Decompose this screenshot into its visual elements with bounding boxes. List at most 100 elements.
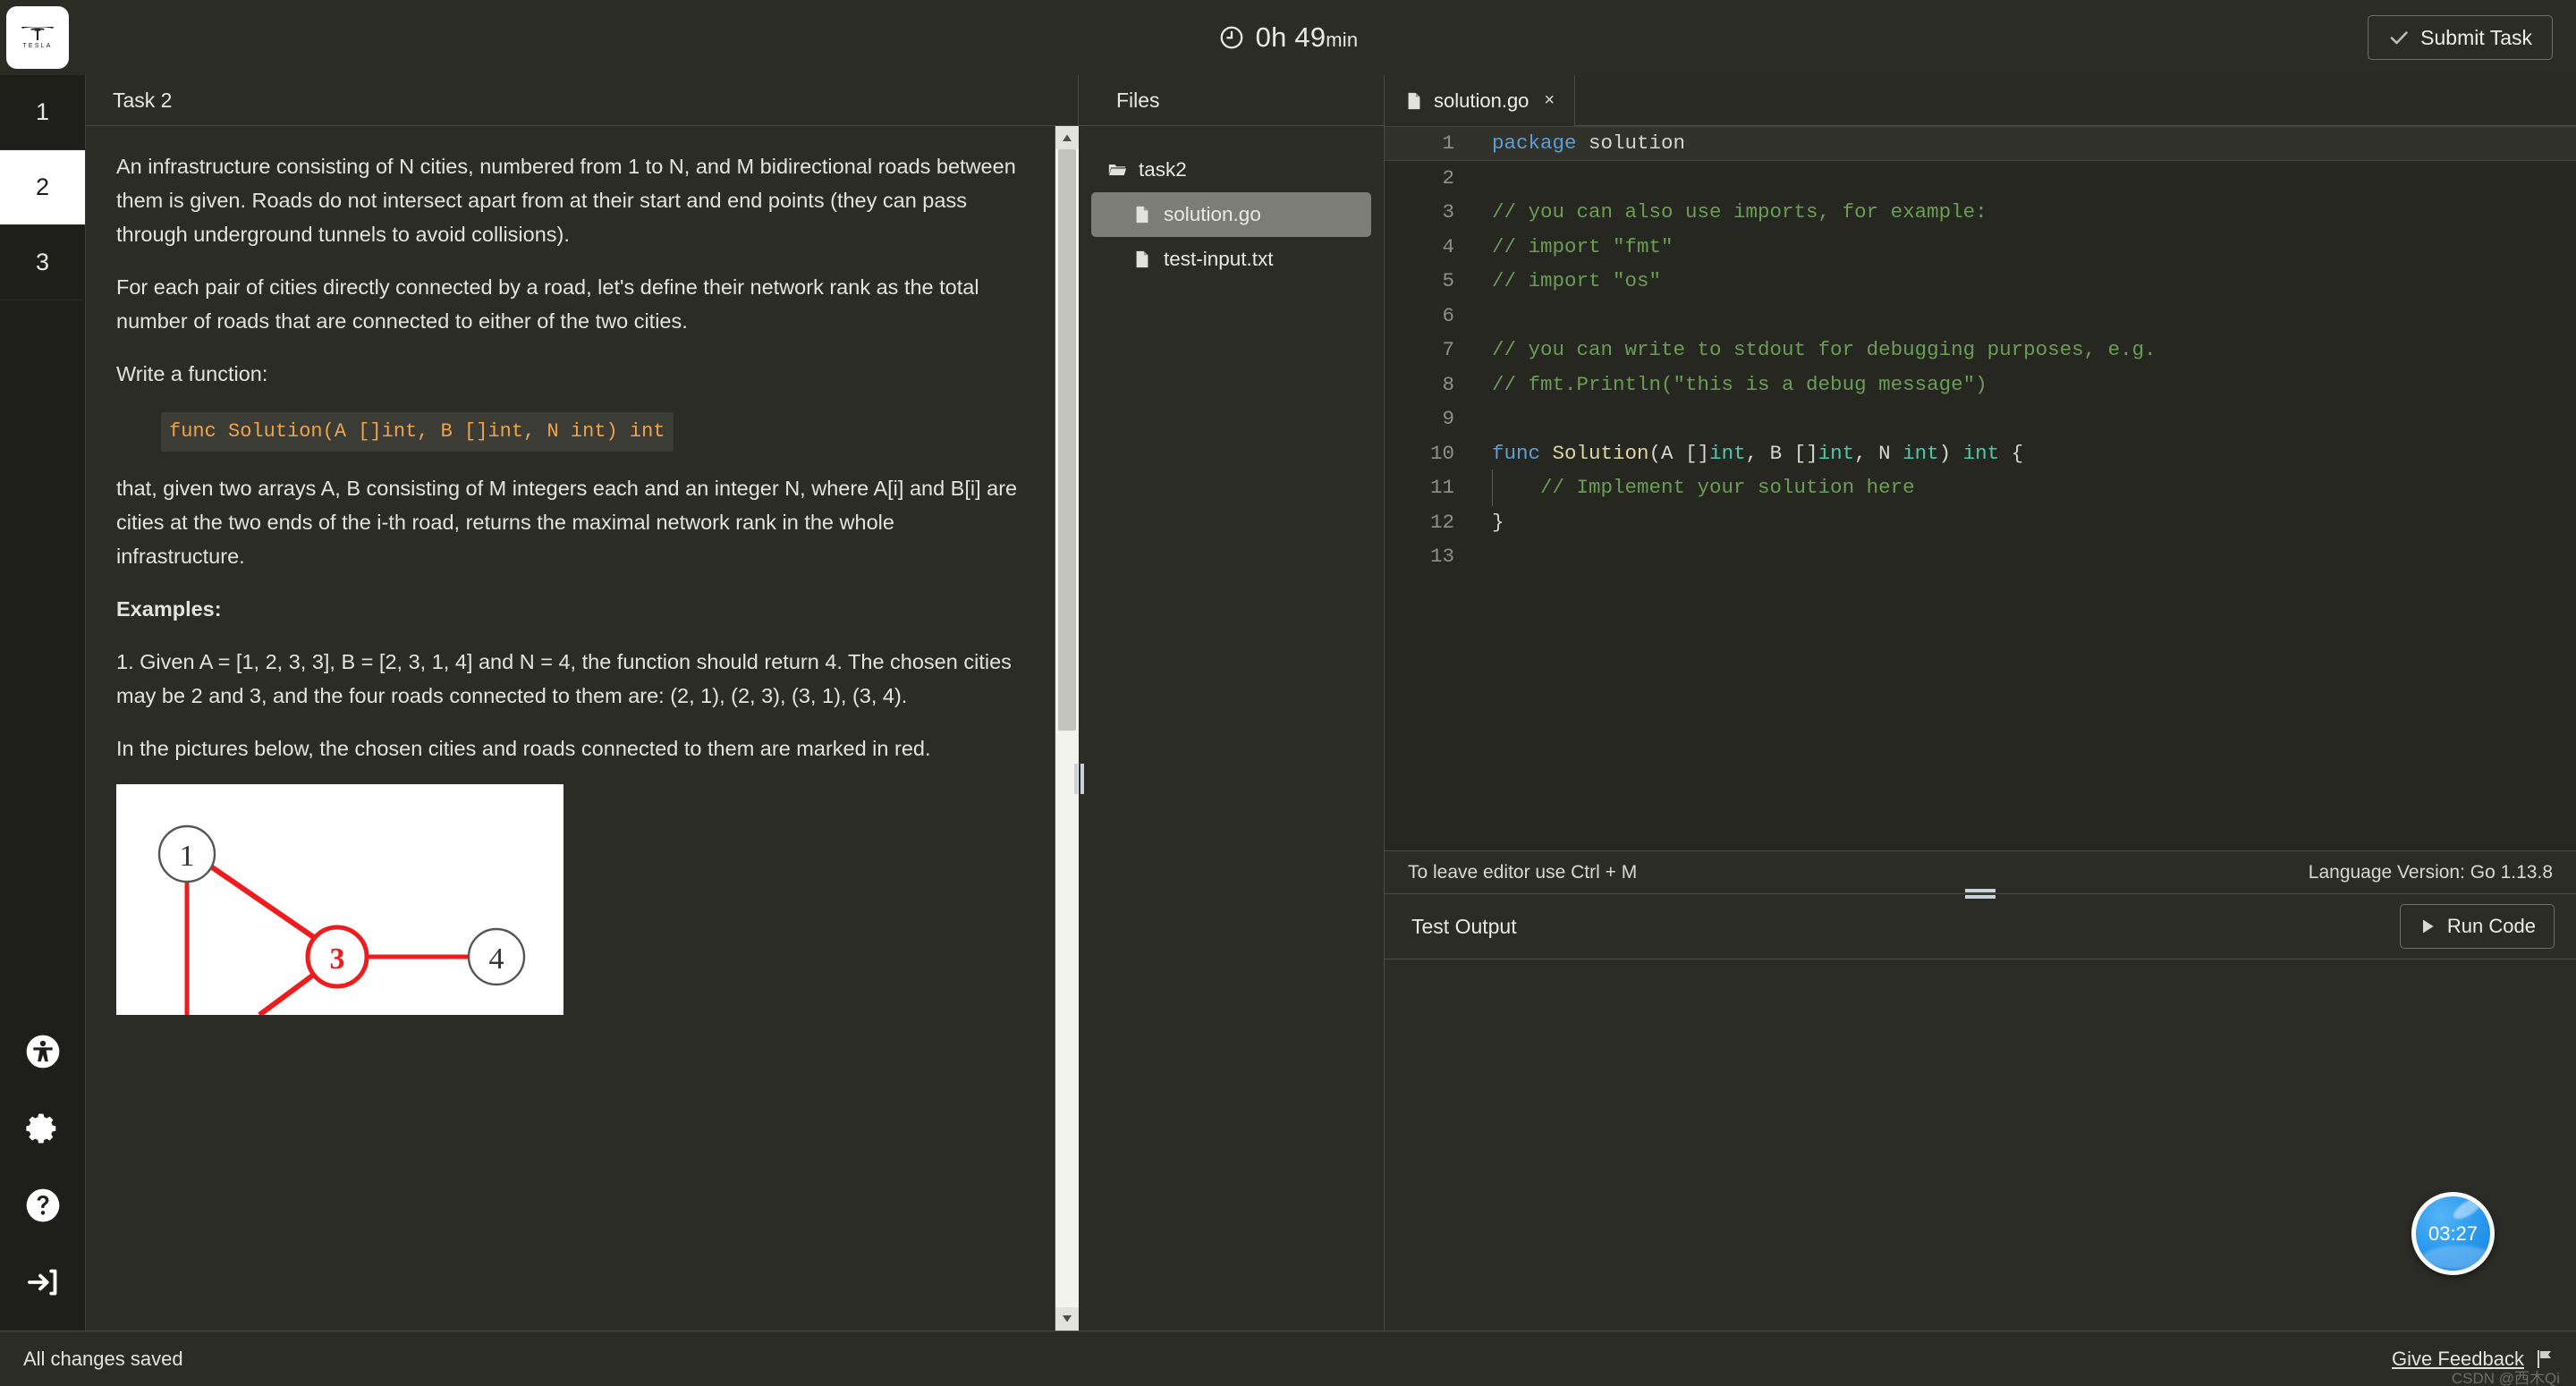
rail-task-1[interactable]: 1 xyxy=(0,75,85,150)
line-number: 8 xyxy=(1442,372,1454,396)
tab-label: solution.go xyxy=(1434,89,1530,112)
code-line-text: // fmt.Println("this is a debug message"… xyxy=(1492,372,1987,396)
play-icon xyxy=(2422,919,2434,934)
file-tree-item-solution-go[interactable]: solution.go xyxy=(1091,192,1371,237)
description-scroll-wrapper: An infrastructure consisting of N cities… xyxy=(86,126,1079,1331)
check-icon xyxy=(2390,31,2408,45)
left-rail: 1 2 3 xyxy=(0,75,86,1331)
tab-close-icon[interactable]: × xyxy=(1544,90,1555,111)
top-bar: TESLA 0h 49min Submit Task xyxy=(0,0,2576,75)
code-line-text: // import "os" xyxy=(1492,269,1662,292)
svg-text:4: 4 xyxy=(489,942,504,976)
file-tree-folder-task2[interactable]: task2 xyxy=(1091,148,1371,192)
file-tree-item-label: test-input.txt xyxy=(1164,248,1274,270)
line-number: 11 xyxy=(1429,476,1454,499)
file-tree-folder-label: task2 xyxy=(1139,158,1187,181)
run-code-label: Run Code xyxy=(2446,915,2536,937)
code-line-text: // Implement your solution here xyxy=(1470,469,1915,505)
clock-icon xyxy=(1220,26,1243,49)
code-line-text: // import "fmt" xyxy=(1492,234,1674,258)
code-line[interactable]: 3 // you can also use imports, for exampl… xyxy=(1385,195,2576,230)
tab-solution-go[interactable]: solution.go × xyxy=(1385,75,1576,126)
files-panel: Files task2 solution.go test-input.txt xyxy=(1079,75,1385,1331)
flag-icon xyxy=(2538,1349,2551,1368)
tesla-logo[interactable]: TESLA xyxy=(6,6,69,69)
bubble-time: 03:27 xyxy=(2428,1221,2479,1245)
scrollbar-thumb[interactable] xyxy=(1057,149,1076,731)
timer-unit: min xyxy=(1326,29,1359,51)
line-number: 5 xyxy=(1442,269,1454,292)
scroll-down-arrow[interactable] xyxy=(1055,1307,1079,1331)
file-tree-item-label: solution.go xyxy=(1164,203,1261,225)
figure-note: In the pictures below, the chosen cities… xyxy=(116,737,931,761)
tesla-wordmark: TESLA xyxy=(22,42,53,49)
file-icon xyxy=(1136,206,1148,224)
code-line[interactable]: 7 // you can write to stdout for debuggin… xyxy=(1385,333,2576,368)
accessibility-icon[interactable] xyxy=(25,1034,61,1069)
code-line[interactable]: 12} xyxy=(1385,505,2576,540)
rail-spacer xyxy=(0,300,85,1034)
give-feedback-label: Give Feedback xyxy=(2392,1347,2524,1370)
timer-minutes: 49 xyxy=(1294,21,1326,53)
help-icon[interactable] xyxy=(25,1187,61,1223)
folder-icon xyxy=(1108,165,1127,175)
submit-task-button[interactable]: Submit Task xyxy=(2368,15,2553,60)
rail-task-2[interactable]: 2 xyxy=(0,150,85,225)
timer-text: 0h 49min xyxy=(1256,21,1359,54)
chevron-up-icon xyxy=(1062,134,1072,141)
code-line[interactable]: 10 func Solution(A []int, B []int, N int)… xyxy=(1385,436,2576,471)
code-line[interactable]: 9 xyxy=(1385,401,2576,436)
code-line[interactable]: 13 xyxy=(1385,539,2576,574)
code-line[interactable]: 11 // Implement your solution here xyxy=(1385,469,2576,505)
editor-output-splitter-handle[interactable] xyxy=(1965,887,1996,900)
code-line[interactable]: 5 // import "os" xyxy=(1385,264,2576,299)
rail-task-2-label: 2 xyxy=(35,173,50,200)
scroll-up-arrow[interactable] xyxy=(1055,126,1079,149)
code-lines[interactable]: 1 package solution 2 3 // you can also use i… xyxy=(1385,126,2576,574)
editor-status-left: To leave editor use Ctrl + M xyxy=(1408,861,1638,883)
gear-icon[interactable] xyxy=(25,1111,61,1146)
description-files-splitter-handle[interactable] xyxy=(1072,764,1086,794)
code-line[interactable]: 6 xyxy=(1385,299,2576,334)
test-output-title: Test Output xyxy=(1411,914,1517,938)
file-icon xyxy=(1136,250,1148,268)
code-line-text: // you can also use imports, for example… xyxy=(1492,200,1987,224)
logout-icon[interactable] xyxy=(25,1264,61,1300)
test-output-content: 03:27 xyxy=(1385,959,2576,1331)
scrollbar-track[interactable] xyxy=(1055,149,1079,1307)
description-paragraph-2: For each pair of cities directly connect… xyxy=(116,275,979,334)
bottom-status-bar: All changes saved Give Feedback CSDN @西木… xyxy=(0,1331,2576,1386)
code-line[interactable]: 1 package solution xyxy=(1385,126,2576,161)
code-line[interactable]: 2 xyxy=(1385,161,2576,196)
chevron-down-icon xyxy=(1062,1315,1072,1323)
rail-icon-group xyxy=(0,1034,85,1331)
line-number: 7 xyxy=(1442,338,1454,361)
code-area[interactable]: 1 package solution 2 3 // you can also use i… xyxy=(1385,126,2576,850)
graph-figure: 1 3 4 xyxy=(116,784,564,1016)
file-icon xyxy=(1408,92,1420,109)
code-line-text: } xyxy=(1492,510,1504,534)
code-editor-area: solution.go × 1 package solution 2 3 // you … xyxy=(1385,75,2576,893)
graph-figure-svg: 1 3 4 xyxy=(116,784,564,1016)
code-line[interactable]: 4 // import "fmt" xyxy=(1385,230,2576,265)
session-timer: 0h 49min xyxy=(0,0,2576,75)
test-output-header: Test Output Run Code xyxy=(1385,894,2576,959)
code-line-text: package solution xyxy=(1492,131,1686,155)
function-signature-code: func Solution(A []int, B []int, N int) i… xyxy=(161,412,674,452)
line-number: 9 xyxy=(1442,407,1454,430)
rail-task-3-label: 3 xyxy=(35,249,50,275)
main-body: 1 2 3 Task 2 An infrastructure consistin… xyxy=(0,75,2576,1331)
session-timer-bubble[interactable]: 03:27 xyxy=(2411,1192,2495,1275)
rail-task-3[interactable]: 3 xyxy=(0,225,85,300)
code-line[interactable]: 8 // fmt.Println("this is a debug message… xyxy=(1385,368,2576,402)
app-root: TESLA 0h 49min Submit Task 1 2 3 Task 2 … xyxy=(0,0,2576,1386)
description-content: An infrastructure consisting of N cities… xyxy=(86,126,1055,1331)
description-scrollbar[interactable] xyxy=(1055,126,1079,1331)
editor-status-right: Language Version: Go 1.13.8 xyxy=(2308,861,2553,883)
editor-column: solution.go × 1 package solution 2 3 // you … xyxy=(1385,75,2576,1331)
files-panel-title: Files xyxy=(1079,75,1384,126)
run-code-button[interactable]: Run Code xyxy=(2399,904,2555,949)
give-feedback-link[interactable]: Give Feedback xyxy=(2392,1348,2555,1371)
svg-text:1: 1 xyxy=(180,840,195,873)
file-tree-item-test-input-txt[interactable]: test-input.txt xyxy=(1091,237,1371,282)
